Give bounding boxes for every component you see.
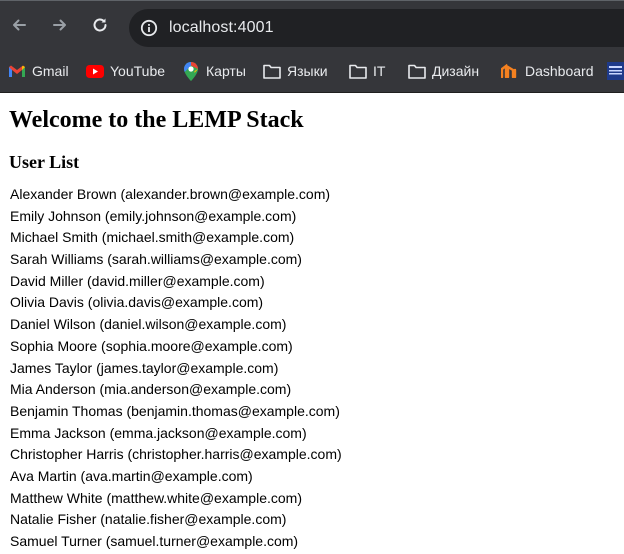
folder-icon	[408, 62, 426, 80]
user-list-item: Christopher Harris (christopher.harris@e…	[10, 446, 342, 463]
user-list-item: Michael Smith (michael.smith@example.com…	[10, 229, 295, 246]
url-text[interactable]: localhost:4001	[169, 19, 274, 37]
user-list-item: Natalie Fisher (natalie.fisher@example.c…	[10, 511, 287, 528]
user-list: Alexander Brown (alexander.brown@example…	[10, 185, 342, 554]
user-list-item: Emma Jackson (emma.jackson@example.com)	[10, 424, 307, 441]
arrow-right-icon	[53, 19, 66, 31]
user-list-item: David Miller (david.miller@example.com)	[10, 272, 265, 289]
reload-button[interactable]	[85, 10, 115, 40]
bookmark-label: Dashboard	[525, 63, 594, 79]
bookmark-folder-it[interactable]: IT	[349, 58, 385, 84]
user-list-item: Sophia Moore (sophia.moore@example.com)	[10, 337, 293, 354]
page-content: Welcome to the LEMP Stack User List Alex…	[0, 93, 624, 549]
bookmark-folder-design[interactable]: Дизайн	[408, 58, 479, 84]
user-list-item: Samuel Turner (samuel.turner@example.com…	[10, 533, 299, 549]
site-favicon-icon	[607, 62, 624, 80]
browser-chrome: localhost:4001 Gmail YouTube Карты Языки…	[0, 0, 624, 93]
window-top-border	[0, 0, 624, 1]
user-list-item: Emily Johnson (emily.johnson@example.com…	[10, 207, 297, 224]
bookmark-truncated[interactable]	[607, 58, 624, 84]
user-list-item: Ava Martin (ava.martin@example.com)	[10, 467, 253, 484]
bookmark-youtube[interactable]: YouTube	[86, 58, 165, 84]
bookmark-maps[interactable]: Карты	[182, 58, 246, 84]
folder-icon	[263, 62, 281, 80]
bookmark-gmail[interactable]: Gmail	[8, 58, 69, 84]
user-list-item: Matthew White (matthew.white@example.com…	[10, 489, 302, 506]
address-bar[interactable]: localhost:4001	[129, 9, 624, 47]
user-list-item: Benjamin Thomas (benjamin.thomas@example…	[10, 402, 340, 419]
user-list-item: Sarah Williams (sarah.williams@example.c…	[10, 251, 302, 268]
site-info-icon[interactable]	[139, 18, 159, 38]
bookmark-label: Gmail	[32, 63, 69, 79]
reload-icon	[93, 18, 107, 32]
user-list-item: Daniel Wilson (daniel.wilson@example.com…	[10, 316, 287, 333]
user-list-item: Olivia Davis (olivia.davis@example.com)	[10, 294, 264, 311]
forward-button[interactable]	[45, 10, 75, 40]
maps-icon	[182, 61, 200, 81]
bookmark-label: Карты	[206, 63, 246, 79]
back-button[interactable]	[4, 10, 34, 40]
bookmark-label: Языки	[287, 63, 328, 79]
bookmark-label: IT	[373, 63, 386, 79]
user-list-item: Alexander Brown (alexander.brown@example…	[10, 186, 331, 202]
youtube-icon	[86, 62, 104, 80]
bookmark-dashboard[interactable]: Dashboard	[501, 58, 594, 84]
page-title: Welcome to the LEMP Stack	[9, 107, 304, 133]
user-list-item: James Taylor (james.taylor@example.com)	[10, 359, 279, 376]
bookmark-folder-languages[interactable]: Языки	[263, 58, 328, 84]
section-title: User List	[9, 152, 80, 172]
user-list-item: Mia Anderson (mia.anderson@example.com)	[10, 381, 292, 398]
bookmark-label: Дизайн	[432, 63, 480, 79]
bookmark-label: YouTube	[110, 63, 166, 79]
dashboard-icon	[501, 62, 519, 80]
gmail-icon	[8, 62, 26, 80]
folder-icon	[349, 62, 367, 80]
arrow-left-icon	[13, 19, 26, 31]
